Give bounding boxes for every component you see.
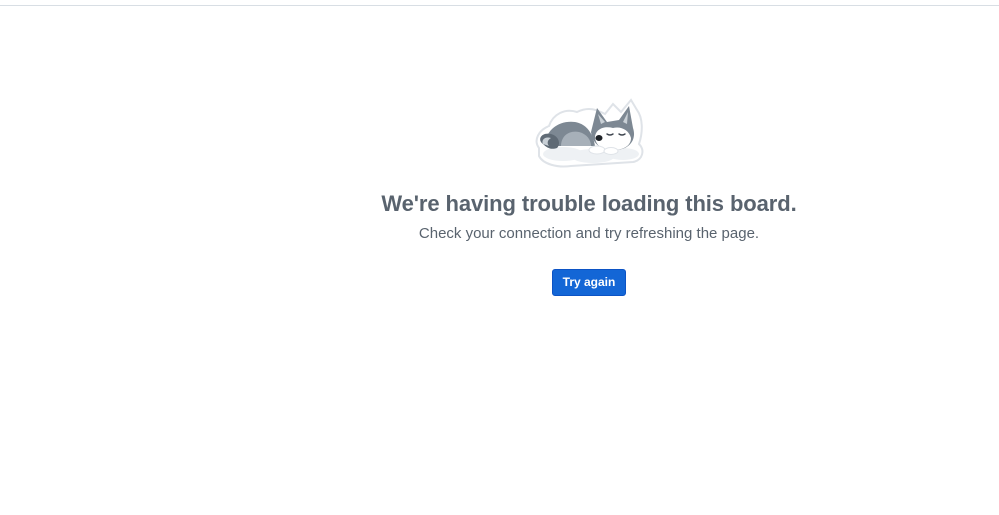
top-divider [0,5,999,6]
error-subtitle: Check your connection and try refreshing… [418,225,760,242]
try-again-button[interactable]: Try again [551,269,627,296]
error-title: We're having trouble loading this board. [381,191,797,216]
error-state: We're having trouble loading this board.… [377,96,801,296]
sleeping-husky-icon [535,98,644,168]
